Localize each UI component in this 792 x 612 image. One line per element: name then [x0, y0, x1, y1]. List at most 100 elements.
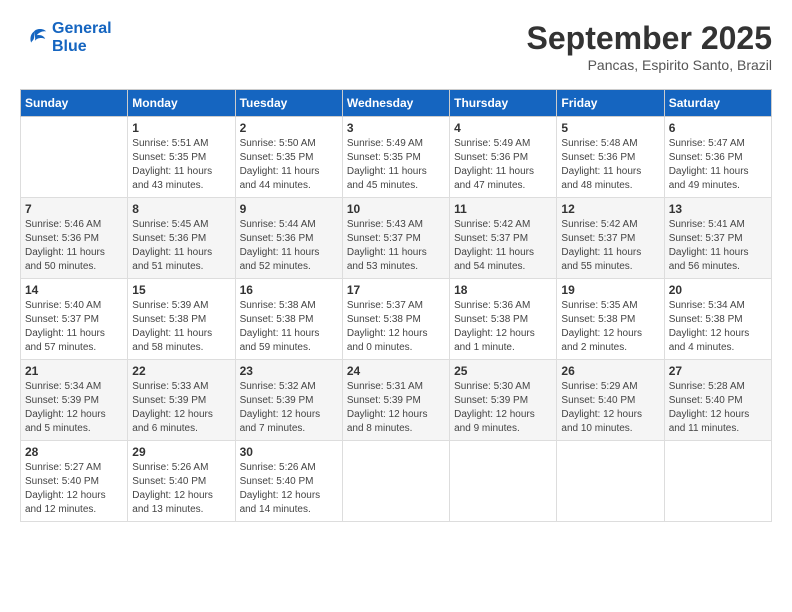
day-info: Sunrise: 5:38 AMSunset: 5:38 PMDaylight:…	[240, 299, 338, 355]
calendar-cell: 29 Sunrise: 5:26 AMSunset: 5:40 PMDayligh…	[128, 441, 235, 522]
calendar-cell: 23 Sunrise: 5:32 AMSunset: 5:39 PMDayligh…	[235, 360, 342, 441]
calendar-cell: 24 Sunrise: 5:31 AMSunset: 5:39 PMDayligh…	[342, 360, 449, 441]
calendar-cell: 13 Sunrise: 5:41 AMSunset: 5:37 PMDayligh…	[664, 198, 771, 279]
day-number: 25	[454, 364, 552, 378]
calendar-cell: 27Sunrise: 5:28 AMSunset: 5:40 PMDayligh…	[664, 360, 771, 441]
day-number: 19	[561, 283, 659, 297]
calendar-cell: 8 Sunrise: 5:45 AMSunset: 5:36 PMDaylight…	[128, 198, 235, 279]
calendar-cell: 28 Sunrise: 5:27 AMSunset: 5:40 PMDayligh…	[21, 441, 128, 522]
calendar-table: SundayMondayTuesdayWednesdayThursdayFrid…	[20, 89, 772, 522]
logo-icon	[20, 24, 48, 52]
location: Pancas, Espirito Santo, Brazil	[527, 57, 772, 73]
calendar-cell: 7 Sunrise: 5:46 AMSunset: 5:36 PMDaylight…	[21, 198, 128, 279]
page-header: General Blue September 2025 Pancas, Espi…	[20, 20, 772, 73]
day-number: 6	[669, 121, 767, 135]
day-number: 7	[25, 202, 123, 216]
day-number: 20	[669, 283, 767, 297]
day-number: 22	[132, 364, 230, 378]
header-day-tuesday: Tuesday	[235, 90, 342, 117]
calendar-week-row: 14 Sunrise: 5:40 AMSunset: 5:37 PMDayligh…	[21, 279, 772, 360]
day-info: Sunrise: 5:35 AMSunset: 5:38 PMDaylight:…	[561, 299, 659, 355]
title-block: September 2025 Pancas, Espirito Santo, B…	[527, 20, 772, 73]
day-number: 4	[454, 121, 552, 135]
day-info: Sunrise: 5:47 AMSunset: 5:36 PMDaylight:…	[669, 137, 767, 193]
day-number: 21	[25, 364, 123, 378]
day-number: 24	[347, 364, 445, 378]
day-number: 28	[25, 445, 123, 459]
day-info: Sunrise: 5:26 AMSunset: 5:40 PMDaylight:…	[240, 461, 338, 517]
day-number: 10	[347, 202, 445, 216]
header-day-friday: Friday	[557, 90, 664, 117]
header-day-sunday: Sunday	[21, 90, 128, 117]
calendar-cell: 5Sunrise: 5:48 AMSunset: 5:36 PMDaylight…	[557, 117, 664, 198]
calendar-cell: 3Sunrise: 5:49 AMSunset: 5:35 PMDaylight…	[342, 117, 449, 198]
day-number: 9	[240, 202, 338, 216]
calendar-cell: 10Sunrise: 5:43 AMSunset: 5:37 PMDayligh…	[342, 198, 449, 279]
day-info: Sunrise: 5:26 AMSunset: 5:40 PMDaylight:…	[132, 461, 230, 517]
calendar-cell: 21 Sunrise: 5:34 AMSunset: 5:39 PMDayligh…	[21, 360, 128, 441]
header-day-thursday: Thursday	[450, 90, 557, 117]
day-number: 1	[132, 121, 230, 135]
day-info: Sunrise: 5:32 AMSunset: 5:39 PMDaylight:…	[240, 380, 338, 436]
logo-text: General Blue	[52, 20, 112, 55]
day-number: 8	[132, 202, 230, 216]
calendar-cell: 15 Sunrise: 5:39 AMSunset: 5:38 PMDayligh…	[128, 279, 235, 360]
day-info: Sunrise: 5:42 AMSunset: 5:37 PMDaylight:…	[454, 218, 552, 274]
calendar-cell: 17Sunrise: 5:37 AMSunset: 5:38 PMDayligh…	[342, 279, 449, 360]
day-number: 12	[561, 202, 659, 216]
day-info: Sunrise: 5:45 AMSunset: 5:36 PMDaylight:…	[132, 218, 230, 274]
calendar-cell: 14 Sunrise: 5:40 AMSunset: 5:37 PMDayligh…	[21, 279, 128, 360]
day-info: Sunrise: 5:33 AMSunset: 5:39 PMDaylight:…	[132, 380, 230, 436]
day-number: 13	[669, 202, 767, 216]
day-info: Sunrise: 5:49 AMSunset: 5:36 PMDaylight:…	[454, 137, 552, 193]
month-title: September 2025	[527, 20, 772, 57]
day-number: 15	[132, 283, 230, 297]
calendar-cell: 18Sunrise: 5:36 AMSunset: 5:38 PMDayligh…	[450, 279, 557, 360]
calendar-header-row: SundayMondayTuesdayWednesdayThursdayFrid…	[21, 90, 772, 117]
calendar-week-row: 28 Sunrise: 5:27 AMSunset: 5:40 PMDayligh…	[21, 441, 772, 522]
day-info: Sunrise: 5:39 AMSunset: 5:38 PMDaylight:…	[132, 299, 230, 355]
calendar-cell: 19 Sunrise: 5:35 AMSunset: 5:38 PMDayligh…	[557, 279, 664, 360]
day-info: Sunrise: 5:36 AMSunset: 5:38 PMDaylight:…	[454, 299, 552, 355]
day-info: Sunrise: 5:31 AMSunset: 5:39 PMDaylight:…	[347, 380, 445, 436]
day-info: Sunrise: 5:40 AMSunset: 5:37 PMDaylight:…	[25, 299, 123, 355]
calendar-cell: 30 Sunrise: 5:26 AMSunset: 5:40 PMDayligh…	[235, 441, 342, 522]
calendar-cell	[450, 441, 557, 522]
day-number: 3	[347, 121, 445, 135]
day-number: 23	[240, 364, 338, 378]
header-day-wednesday: Wednesday	[342, 90, 449, 117]
calendar-cell	[342, 441, 449, 522]
day-info: Sunrise: 5:27 AMSunset: 5:40 PMDaylight:…	[25, 461, 123, 517]
calendar-cell: 16 Sunrise: 5:38 AMSunset: 5:38 PMDayligh…	[235, 279, 342, 360]
day-info: Sunrise: 5:46 AMSunset: 5:36 PMDaylight:…	[25, 218, 123, 274]
day-info: Sunrise: 5:34 AMSunset: 5:38 PMDaylight:…	[669, 299, 767, 355]
day-number: 14	[25, 283, 123, 297]
calendar-cell: 6 Sunrise: 5:47 AMSunset: 5:36 PMDaylight…	[664, 117, 771, 198]
calendar-cell	[664, 441, 771, 522]
day-info: Sunrise: 5:51 AMSunset: 5:35 PMDaylight:…	[132, 137, 230, 193]
calendar-cell	[21, 117, 128, 198]
calendar-cell	[557, 441, 664, 522]
calendar-cell: 11 Sunrise: 5:42 AMSunset: 5:37 PMDayligh…	[450, 198, 557, 279]
calendar-cell: 1 Sunrise: 5:51 AMSunset: 5:35 PMDaylight…	[128, 117, 235, 198]
header-day-monday: Monday	[128, 90, 235, 117]
day-number: 16	[240, 283, 338, 297]
calendar-cell: 2Sunrise: 5:50 AMSunset: 5:35 PMDaylight…	[235, 117, 342, 198]
calendar-week-row: 1 Sunrise: 5:51 AMSunset: 5:35 PMDaylight…	[21, 117, 772, 198]
day-info: Sunrise: 5:41 AMSunset: 5:37 PMDaylight:…	[669, 218, 767, 274]
header-day-saturday: Saturday	[664, 90, 771, 117]
day-number: 2	[240, 121, 338, 135]
calendar-cell: 9Sunrise: 5:44 AMSunset: 5:36 PMDaylight…	[235, 198, 342, 279]
calendar-week-row: 21 Sunrise: 5:34 AMSunset: 5:39 PMDayligh…	[21, 360, 772, 441]
calendar-cell: 26Sunrise: 5:29 AMSunset: 5:40 PMDayligh…	[557, 360, 664, 441]
day-info: Sunrise: 5:34 AMSunset: 5:39 PMDaylight:…	[25, 380, 123, 436]
calendar-cell: 22 Sunrise: 5:33 AMSunset: 5:39 PMDayligh…	[128, 360, 235, 441]
day-number: 26	[561, 364, 659, 378]
day-info: Sunrise: 5:37 AMSunset: 5:38 PMDaylight:…	[347, 299, 445, 355]
day-number: 30	[240, 445, 338, 459]
calendar-cell: 25 Sunrise: 5:30 AMSunset: 5:39 PMDayligh…	[450, 360, 557, 441]
day-info: Sunrise: 5:30 AMSunset: 5:39 PMDaylight:…	[454, 380, 552, 436]
calendar-cell: 20 Sunrise: 5:34 AMSunset: 5:38 PMDayligh…	[664, 279, 771, 360]
day-number: 11	[454, 202, 552, 216]
day-number: 29	[132, 445, 230, 459]
